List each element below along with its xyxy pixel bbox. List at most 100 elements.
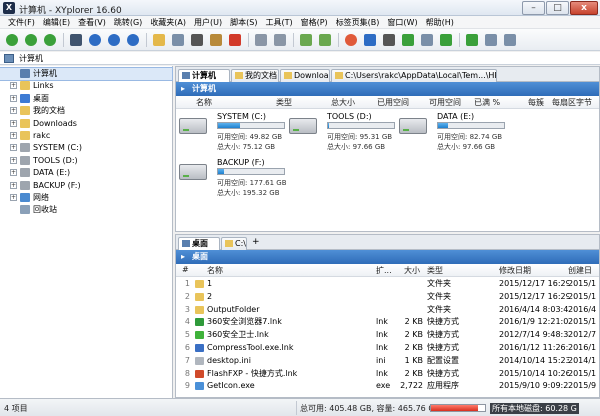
drive-item[interactable]: DATA (E:) 可用空间: 82.74 GB 总大小: 97.66 GB bbox=[399, 112, 514, 157]
menu-item-1[interactable]: 编辑(E) bbox=[39, 16, 74, 28]
filter-dropdown-button[interactable] bbox=[438, 32, 454, 48]
table-row[interactable]: 6 CompressTool.exe.lnk lnk 2 KB 快捷方式 2016/1/1… bbox=[176, 342, 599, 354]
address-input[interactable]: 计算机 bbox=[19, 53, 43, 64]
undo-button[interactable] bbox=[253, 32, 269, 48]
table-row[interactable]: 7 desktop.ini ini 1 KB 配置设置 2014/10/14 15:23:… bbox=[176, 355, 599, 367]
column-header-0[interactable]: 名称 bbox=[196, 97, 212, 108]
dual-pane-button[interactable] bbox=[502, 32, 518, 48]
tree-expander-icon[interactable]: + bbox=[10, 82, 17, 90]
menu-item-11[interactable]: 帮助(H) bbox=[422, 16, 458, 28]
list-view-button[interactable] bbox=[381, 32, 397, 48]
tree-expander-icon[interactable]: + bbox=[10, 181, 17, 189]
minimize-button[interactable]: – bbox=[522, 1, 545, 15]
tab-1[interactable]: 我的文档 bbox=[231, 69, 279, 82]
column-header-1[interactable]: 类型 bbox=[276, 97, 292, 108]
tree-item[interactable]: 回收站 bbox=[0, 204, 172, 216]
close-button[interactable]: x bbox=[570, 1, 598, 15]
table-row[interactable]: 4 360安全浏览器7.lnk lnk 2 KB 快捷方式 2016/1/9 12:21:… bbox=[176, 316, 599, 328]
menu-item-8[interactable]: 窗格(P) bbox=[297, 16, 332, 28]
column-header-1[interactable]: 名称 bbox=[207, 265, 223, 276]
column-header-3[interactable]: 已用空间 bbox=[377, 97, 409, 108]
color-filter-button[interactable] bbox=[343, 32, 359, 48]
tree-expander-icon[interactable]: + bbox=[10, 156, 17, 164]
tab-3[interactable]: C:\Users\rakc\AppData\Local\Tem...\HP bbox=[331, 69, 497, 82]
menu-item-6[interactable]: 脚本(S) bbox=[226, 16, 261, 28]
tree-item[interactable]: + Downloads bbox=[0, 118, 172, 130]
column-header-2[interactable]: 扩... bbox=[376, 265, 392, 276]
tree-item[interactable]: + SYSTEM (C:) bbox=[0, 142, 172, 154]
breadcrumb[interactable]: ▸ 桌面 bbox=[176, 250, 599, 264]
target-button[interactable] bbox=[87, 32, 103, 48]
drive-item[interactable]: SYSTEM (C:) 可用空间: 49.82 GB 总大小: 75.12 GB bbox=[179, 112, 294, 157]
delete-button[interactable] bbox=[227, 32, 243, 48]
tree-expander-icon[interactable]: + bbox=[10, 194, 17, 201]
column-header-2[interactable]: 总大小 bbox=[331, 97, 355, 108]
tree-button[interactable] bbox=[464, 32, 480, 48]
menu-item-4[interactable]: 收藏夹(A) bbox=[146, 16, 190, 28]
tree-expander-icon[interactable]: + bbox=[10, 169, 17, 177]
table-row[interactable]: 5 360安全卫士.lnk lnk 2 KB 快捷方式 2012/7/14 9:48:34… bbox=[176, 329, 599, 341]
computer-button[interactable] bbox=[68, 32, 84, 48]
menu-item-9[interactable]: 标签页集(B) bbox=[332, 16, 384, 28]
tree-item[interactable]: + BACKUP (F:) bbox=[0, 180, 172, 192]
cut-button[interactable] bbox=[189, 32, 205, 48]
maximize-button[interactable]: □ bbox=[546, 1, 569, 15]
refresh-button[interactable] bbox=[106, 32, 122, 48]
breadcrumb[interactable]: ▸ 计算机 bbox=[176, 82, 599, 96]
tree-expander-icon[interactable]: + bbox=[10, 119, 17, 127]
up-arrow-button[interactable] bbox=[42, 32, 58, 48]
tab-2[interactable]: Downloads bbox=[280, 69, 330, 82]
tab-0[interactable]: 计算机 bbox=[178, 69, 230, 83]
column-header-6[interactable]: 每簇 bbox=[528, 97, 544, 108]
menu-item-10[interactable]: 窗口(W) bbox=[383, 16, 421, 28]
tab-0[interactable]: 桌面 bbox=[178, 237, 220, 251]
column-header-4[interactable]: 可用空间 bbox=[429, 97, 461, 108]
menu-item-5[interactable]: 用户(U) bbox=[190, 16, 226, 28]
find-files-button[interactable] bbox=[298, 32, 314, 48]
column-header-6[interactable]: 创建日 bbox=[568, 265, 592, 276]
tree-item[interactable]: + 网络 bbox=[0, 192, 172, 204]
ghost-button[interactable] bbox=[419, 32, 435, 48]
column-header-5[interactable]: 修改日期 bbox=[499, 265, 531, 276]
table-row[interactable]: 9GetIcon.exeexe2,722 ...应用程序2015/9/10 9:… bbox=[176, 380, 599, 402]
menu-item-7[interactable]: 工具(T) bbox=[261, 16, 296, 28]
checkbox-button[interactable] bbox=[317, 32, 333, 48]
drive-item[interactable]: BACKUP (F:) 可用空间: 177.61 GB 总大小: 195.32 GB bbox=[179, 158, 294, 203]
table-row[interactable]: 2 2 文件夹 2015/12/17 16:29:...2015/1 bbox=[176, 291, 599, 303]
tree-expander-icon[interactable]: + bbox=[10, 132, 17, 139]
column-header-3[interactable]: 大小 bbox=[404, 265, 420, 276]
folder-tree[interactable]: 计算机 + Links + 桌面 + 我的文档 + Downloads + rakc + SYSTEM … bbox=[0, 66, 173, 398]
drive-item[interactable]: TOOLS (D:) 可用空间: 95.31 GB 总大小: 97.66 GB bbox=[289, 112, 404, 157]
copy-button[interactable] bbox=[170, 32, 186, 48]
table-row[interactable]: 3 OutputFolder 文件夹 2016/4/14 8:03:48 2016/4 bbox=[176, 304, 599, 316]
tree-expander-icon[interactable]: + bbox=[10, 94, 17, 102]
redo-button[interactable] bbox=[272, 32, 288, 48]
menu-item-0[interactable]: 文件(F) bbox=[4, 16, 39, 28]
play-button[interactable] bbox=[125, 32, 141, 48]
filter-button[interactable] bbox=[400, 32, 416, 48]
tree-item[interactable]: + 桌面 bbox=[0, 93, 172, 105]
panel-button[interactable] bbox=[483, 32, 499, 48]
tree-item[interactable]: + rakc bbox=[0, 130, 172, 142]
column-header-5[interactable]: 已满 % bbox=[474, 97, 500, 108]
tree-item[interactable]: + 我的文档 bbox=[0, 105, 172, 117]
menu-item-2[interactable]: 查看(V) bbox=[74, 16, 110, 28]
back-arrow-button[interactable] bbox=[4, 32, 20, 48]
new-folder-button[interactable] bbox=[151, 32, 167, 48]
forward-arrow-button[interactable] bbox=[23, 32, 39, 48]
table-row[interactable]: 1 1 文件夹 2015/12/17 16:29:...2015/1 bbox=[176, 278, 599, 290]
search-button[interactable] bbox=[362, 32, 378, 48]
paste-button[interactable] bbox=[208, 32, 224, 48]
column-header-7[interactable]: 每扇区字节 bbox=[552, 97, 592, 108]
column-header-0[interactable]: # bbox=[182, 265, 189, 274]
tree-item[interactable]: 计算机 bbox=[0, 67, 173, 81]
menu-item-3[interactable]: 跳转(G) bbox=[110, 16, 146, 28]
tree-expander-icon[interactable]: + bbox=[10, 107, 17, 115]
address-bar[interactable]: 计算机 bbox=[0, 52, 600, 65]
column-header-4[interactable]: 类型 bbox=[427, 265, 443, 276]
add-tab-button[interactable]: + bbox=[252, 237, 260, 247]
tree-item[interactable]: + TOOLS (D:) bbox=[0, 155, 172, 167]
table-row[interactable]: 8 FlashFXP - 快捷方式.lnk lnk 2 KB 快捷方式 2015/10/1… bbox=[176, 368, 599, 380]
tab-1[interactable]: C:\ bbox=[221, 237, 247, 250]
tree-item[interactable]: + DATA (E:) bbox=[0, 167, 172, 179]
